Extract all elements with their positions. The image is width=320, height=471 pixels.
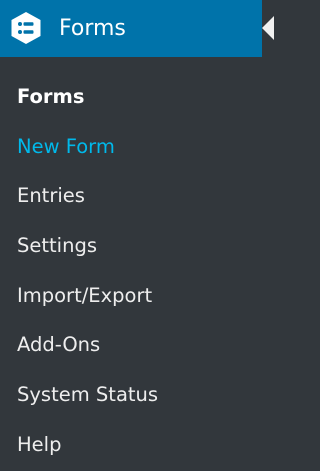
submenu-item-new-form[interactable]: New Form [0,122,274,172]
forms-menu-header[interactable]: Forms [0,0,262,57]
submenu-item-entries[interactable]: Entries [0,171,274,221]
forms-menu-title: Forms [59,16,126,41]
gravity-forms-icon [10,11,42,45]
admin-menu: Forms Forms New Form Entries Settings Im… [0,0,274,471]
submenu-item-help[interactable]: Help [0,420,274,470]
submenu-item-forms[interactable]: Forms [0,72,274,122]
submenu-item-system-status[interactable]: System Status [0,370,274,420]
submenu-item-import-export[interactable]: Import/Export [0,271,274,321]
forms-submenu: Forms New Form Entries Settings Import/E… [0,72,274,470]
submenu-item-add-ons[interactable]: Add-Ons [0,320,274,370]
submenu-item-settings[interactable]: Settings [0,221,274,271]
current-menu-pointer [262,16,274,40]
